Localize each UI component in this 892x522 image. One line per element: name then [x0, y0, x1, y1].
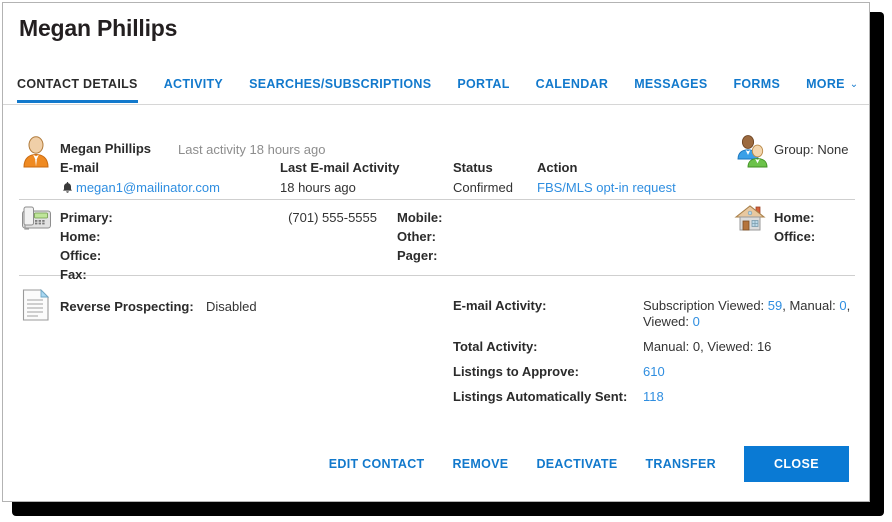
tab-searches-subscriptions[interactable]: SEARCHES/SUBSCRIPTIONS	[249, 77, 431, 100]
stat-row: E-mail Activity: Subscription Viewed: 59,…	[453, 298, 858, 330]
tab-label: CALENDAR	[535, 77, 609, 91]
phone-primary-row	[257, 227, 377, 246]
tab-activity[interactable]: ACTIVITY	[164, 77, 223, 100]
section-divider-1	[19, 199, 855, 200]
phone-column-secondary: Mobile: Other: Pager:	[397, 208, 443, 265]
dialog-footer: EDIT CONTACT REMOVE DEACTIVATE TRANSFER CLOS…	[3, 437, 869, 501]
section-divider-2	[19, 275, 855, 276]
phone-primary-row: Primary:	[60, 208, 113, 227]
stat-value-link[interactable]: 0	[693, 314, 700, 329]
stat-value-link[interactable]: 118	[643, 389, 664, 404]
activity-stats: E-mail Activity: Subscription Viewed: 59,…	[453, 298, 858, 414]
stat-row: Total Activity: Manual: 0, Viewed: 16	[453, 339, 858, 355]
stat-value-link[interactable]: 610	[643, 364, 665, 379]
phone-primary-label: Office:	[60, 248, 102, 263]
tab-label: CONTACT DETAILS	[17, 77, 138, 91]
tab-forms[interactable]: FORMS	[733, 77, 780, 100]
phone-column-primary-values: (701) 555-5555	[257, 208, 377, 284]
status-value: Confirmed	[453, 180, 513, 195]
tab-label: FORMS	[733, 77, 781, 91]
tab-contact-details[interactable]: CONTACT DETAILS	[17, 77, 138, 103]
stat-label: E-mail Activity:	[453, 298, 547, 313]
phone-column-primary: Primary: Home: Office: Fax:	[60, 208, 113, 284]
stat-label: Listings to Approve:	[453, 364, 579, 379]
last-email-activity-label: Last E-mail Activity	[280, 160, 400, 175]
address-row: Office:	[774, 227, 815, 246]
email-link[interactable]: megan1@mailinator.com	[76, 180, 220, 195]
tab-label: MESSAGES	[634, 77, 708, 91]
stat-value: 610	[643, 364, 665, 380]
transfer-button[interactable]: TRANSFER	[631, 447, 729, 481]
bell-icon	[61, 181, 74, 194]
tab-label: PORTAL	[457, 77, 510, 91]
document-icon	[22, 289, 50, 321]
phone-primary-label: Fax:	[60, 267, 87, 282]
stat-value-text: Subscription Viewed:	[643, 298, 768, 313]
stat-value: Manual: 0, Viewed: 16	[643, 339, 771, 355]
phone-secondary-row: Mobile:	[397, 208, 443, 227]
last-activity-text: Last activity 18 hours ago	[178, 142, 326, 157]
group-value: Group: None	[774, 142, 849, 157]
action-link[interactable]: FBS/MLS opt-in request	[537, 180, 676, 195]
address-label: Home:	[774, 210, 815, 225]
stat-label: Total Activity:	[453, 339, 538, 354]
phone-primary-row: (701) 555-5555	[257, 208, 377, 227]
last-email-activity-value: 18 hours ago	[280, 180, 356, 195]
page-title: Megan Phillips	[19, 15, 178, 41]
phone-secondary-label: Mobile:	[397, 210, 443, 225]
tab-calendar[interactable]: CALENDAR	[536, 77, 609, 100]
stat-value-link[interactable]: 59	[768, 298, 782, 313]
phone-secondary-row: Pager:	[397, 246, 443, 265]
phone-primary-row	[257, 265, 377, 284]
remove-button[interactable]: REMOVE	[438, 447, 522, 481]
chevron-down-icon: ⌄	[849, 79, 859, 90]
edit-contact-button[interactable]: EDIT CONTACT	[315, 447, 439, 481]
status-label: Status	[453, 160, 493, 175]
address-column: Home: Office:	[774, 208, 815, 246]
action-label: Action	[537, 160, 578, 175]
tab-label: MORE	[806, 77, 845, 91]
reverse-prospecting-value: Disabled	[206, 299, 257, 314]
stat-value: Subscription Viewed: 59, Manual: 0, View…	[643, 298, 858, 330]
contact-name: Megan Phillips	[60, 141, 152, 156]
tab-bar: CONTACT DETAILS ACTIVITY SEARCHES/SUBSCRIP…	[3, 77, 869, 105]
stat-value-text: , Manual:	[782, 298, 840, 313]
tab-messages[interactable]: MESSAGES	[634, 77, 707, 100]
address-label: Office:	[774, 229, 816, 244]
home-icon	[734, 204, 766, 232]
tab-label: ACTIVITY	[163, 77, 224, 91]
phone-primary-row: Fax:	[60, 265, 113, 284]
phone-secondary-label: Pager:	[397, 248, 438, 263]
group-icon	[734, 134, 770, 168]
phone-primary-value: (701) 555-5555	[288, 210, 377, 225]
phone-secondary-row: Other:	[397, 227, 443, 246]
tab-portal[interactable]: PORTAL	[457, 77, 509, 100]
dialog-shadow: Megan Phillips CONTACT DETAILS ACTIVITY SE…	[0, 0, 892, 522]
close-button[interactable]: CLOSE	[743, 446, 849, 482]
contact-details-dialog: Megan Phillips CONTACT DETAILS ACTIVITY SE…	[2, 2, 870, 502]
person-icon	[21, 136, 51, 168]
phone-primary-row: Office:	[60, 246, 113, 265]
stat-row: Listings Automatically Sent: 118	[453, 389, 858, 405]
phone-primary-label: Home:	[60, 229, 101, 244]
stat-value: 118	[643, 389, 664, 405]
email-label: E-mail	[60, 160, 100, 175]
phone-secondary-label: Other:	[397, 229, 436, 244]
stat-row: Listings to Approve: 610	[453, 364, 858, 380]
phone-primary-row: Home:	[60, 227, 113, 246]
phone-primary-label: Primary:	[60, 210, 113, 225]
deactivate-button[interactable]: DEACTIVATE	[522, 447, 631, 481]
reverse-prospecting-label: Reverse Prospecting:	[60, 299, 194, 314]
tab-more[interactable]: MORE ⌄	[806, 77, 858, 100]
stat-value-text: Manual: 0, Viewed: 16	[643, 339, 772, 354]
phone-primary-row	[257, 246, 377, 265]
address-row: Home:	[774, 208, 815, 227]
phone-icon	[21, 206, 53, 232]
tab-label: SEARCHES/SUBSCRIPTIONS	[249, 77, 432, 91]
stat-label: Listings Automatically Sent:	[453, 389, 628, 404]
stat-value-link[interactable]: 0	[839, 298, 846, 313]
